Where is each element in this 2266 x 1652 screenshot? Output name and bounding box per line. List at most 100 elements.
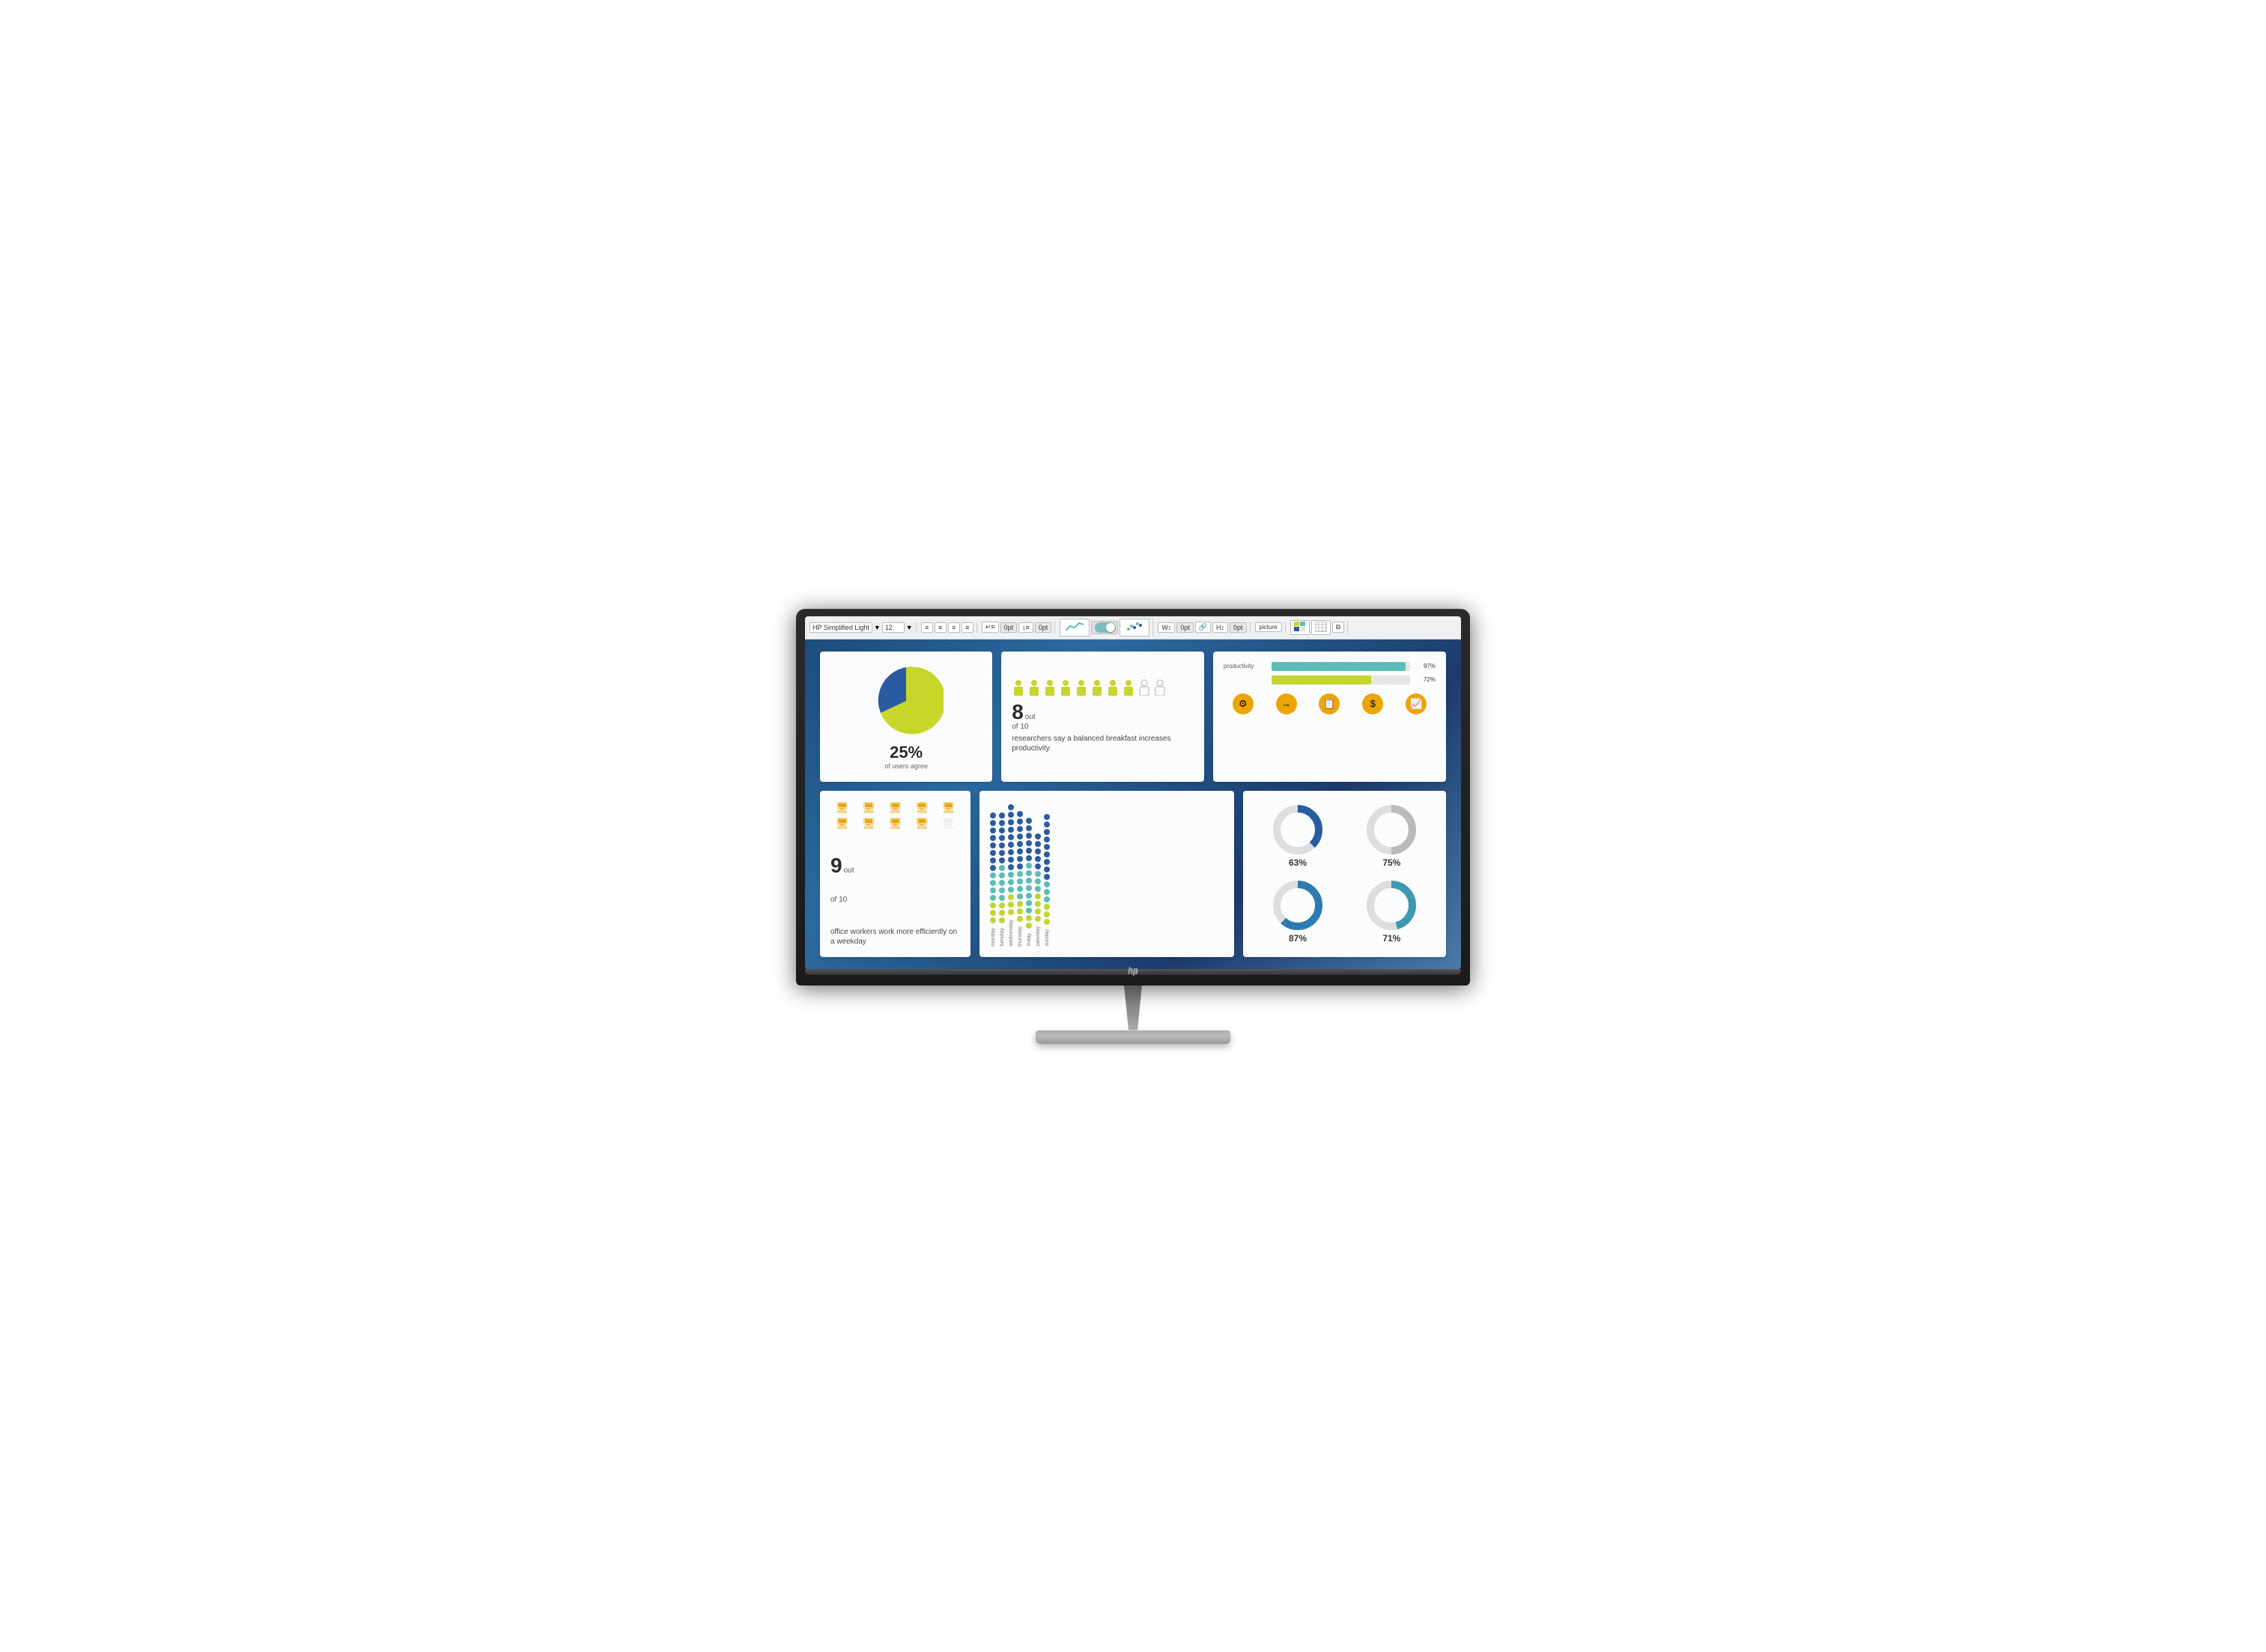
width-btn[interactable]: W↕ bbox=[1158, 622, 1175, 633]
dot-thu-1 bbox=[1017, 811, 1023, 817]
picture-group: picture bbox=[1255, 622, 1286, 632]
dot-thu-12 bbox=[1017, 893, 1023, 899]
picture-btn[interactable]: picture bbox=[1255, 622, 1282, 632]
dot-wed-2 bbox=[1008, 812, 1014, 818]
dot-mon-9 bbox=[990, 872, 996, 878]
lock-btn[interactable]: 🔗 bbox=[1195, 622, 1211, 633]
font-dropdown-icon[interactable]: ▼ bbox=[874, 624, 881, 631]
dot-tue-8 bbox=[999, 865, 1005, 871]
bar-row-2: 72% bbox=[1224, 675, 1436, 684]
dot-mon-14 bbox=[990, 910, 996, 916]
dot-sun-13 bbox=[1044, 904, 1050, 910]
computers-of-label: of 10 bbox=[830, 896, 960, 904]
card-computers: 🖥 🖥 🖥 🖥 🖥 🖥 🖥 🖥 🖥 🖥 9 bbox=[820, 791, 971, 957]
dot-mon-11 bbox=[990, 887, 996, 893]
dot-col-tuesday: tuesday bbox=[999, 813, 1005, 947]
color-grid-btn[interactable] bbox=[1290, 620, 1310, 635]
arrow-icon-circle[interactable]: → bbox=[1276, 693, 1297, 714]
dot-label-monday: monday bbox=[991, 928, 996, 947]
dot-tue-9 bbox=[999, 872, 1005, 878]
dot-sat-2 bbox=[1035, 841, 1041, 847]
stat-of-label: of 10 bbox=[1012, 723, 1194, 731]
clipboard-icon-circle[interactable]: 📋 bbox=[1319, 693, 1340, 714]
dot-mon-1 bbox=[990, 813, 996, 819]
height-btn[interactable]: H↕ bbox=[1212, 622, 1228, 633]
dot-sun-6 bbox=[1044, 851, 1050, 857]
donut-item-63: 63% bbox=[1254, 801, 1341, 871]
person-icon-8 bbox=[1122, 679, 1135, 696]
computer-9: 🖥 bbox=[910, 817, 933, 830]
indent-btn[interactable]: ↵≡ bbox=[982, 622, 999, 633]
toggle-btn[interactable] bbox=[1091, 621, 1118, 634]
font-group: HP Simplified Light ▼ 12 ▼ bbox=[809, 622, 917, 633]
font-size-select[interactable]: 12 bbox=[882, 622, 905, 633]
dot-fri-2 bbox=[1026, 825, 1032, 831]
dot-fri-9 bbox=[1026, 878, 1032, 884]
indent-opt: 0pt bbox=[1000, 622, 1018, 633]
dot-mon-7 bbox=[990, 857, 996, 863]
dot-tue-15 bbox=[999, 917, 1005, 923]
bar-track-1 bbox=[1272, 662, 1410, 671]
dot-sat-1 bbox=[1035, 833, 1041, 839]
dot-wed-14 bbox=[1008, 902, 1014, 908]
card-researchers: 8 out of 10 researchers say a balanced b… bbox=[1001, 652, 1204, 782]
donut-label-71: 71% bbox=[1382, 933, 1400, 944]
computer-6: 🖥 bbox=[830, 817, 854, 830]
spacing-btn[interactable]: ↕≡ bbox=[1018, 622, 1033, 633]
dollar-icon-circle[interactable]: $ bbox=[1362, 693, 1383, 714]
bar-label-productivity: productivity bbox=[1224, 663, 1269, 669]
dot-dots-tuesday bbox=[999, 813, 1005, 923]
dot-thu-3 bbox=[1017, 826, 1023, 832]
dot-wed-11 bbox=[1008, 879, 1014, 885]
stat-big-number: 8 bbox=[1012, 702, 1024, 723]
donut-item-75: 75% bbox=[1348, 801, 1436, 871]
dot-sun-2 bbox=[1044, 822, 1050, 827]
dot-wed-7 bbox=[1008, 849, 1014, 855]
card-bars-icons: productivity 97% 72% bbox=[1213, 652, 1446, 782]
dot-sat-8 bbox=[1035, 886, 1041, 892]
computers-stat-row: 9 out bbox=[830, 855, 960, 876]
donut-svg-63 bbox=[1272, 804, 1324, 856]
font-name-select[interactable]: HP Simplified Light bbox=[809, 622, 872, 633]
computer-5: 🖥 bbox=[937, 801, 960, 814]
dot-tue-7 bbox=[999, 857, 1005, 863]
gear-icon-circle[interactable]: ⚙ bbox=[1233, 693, 1254, 714]
monitor-bezel: HP Simplified Light ▼ 12 ▼ ≡ ≡ ≡ ≡ ↵≡ 0p… bbox=[796, 609, 1470, 986]
dot-thu-4 bbox=[1017, 833, 1023, 839]
align-right-btn[interactable]: ≡ bbox=[948, 622, 960, 633]
dot-sun-9 bbox=[1044, 874, 1050, 880]
scatter-btn[interactable] bbox=[1120, 619, 1149, 637]
stat-out-label: out bbox=[1025, 713, 1036, 721]
align-center-btn[interactable]: ≡ bbox=[935, 622, 947, 633]
dot-tue-13 bbox=[999, 902, 1005, 908]
chart-icon-circle[interactable]: 📈 bbox=[1406, 693, 1427, 714]
dot-mon-10 bbox=[990, 880, 996, 886]
font-size-dropdown-icon[interactable]: ▼ bbox=[906, 624, 913, 631]
align-left-btn[interactable]: ≡ bbox=[921, 622, 933, 633]
dot-col-monday: monday bbox=[990, 813, 996, 947]
dot-sun-10 bbox=[1044, 881, 1050, 887]
dot-fri-11 bbox=[1026, 893, 1032, 899]
dot-col-saturday: saturday bbox=[1035, 833, 1041, 947]
pie-svg bbox=[869, 663, 944, 738]
line-chart-btn[interactable] bbox=[1060, 619, 1090, 637]
dot-fri-3 bbox=[1026, 833, 1032, 839]
dot-fri-7 bbox=[1026, 863, 1032, 869]
person-icon-9-empty bbox=[1137, 679, 1151, 696]
dot-dots-sunday bbox=[1044, 814, 1050, 925]
dot-label-sunday: sunday bbox=[1045, 929, 1050, 947]
dot-wed-4 bbox=[1008, 827, 1014, 833]
dot-col-wednesday: wednesday bbox=[1008, 804, 1014, 946]
dot-wed-5 bbox=[1008, 834, 1014, 840]
dot-tue-3 bbox=[999, 827, 1005, 833]
copy-table-btn[interactable]: ⧉ bbox=[1332, 622, 1344, 633]
dot-tue-6 bbox=[999, 850, 1005, 856]
dot-thu-9 bbox=[1017, 871, 1023, 877]
card-pie-chart: 25% of users agree bbox=[820, 652, 992, 782]
dot-wed-1 bbox=[1008, 804, 1014, 810]
align-justify-btn[interactable]: ≡ bbox=[962, 622, 973, 633]
dot-mon-15 bbox=[990, 917, 996, 923]
person-icon-5 bbox=[1075, 679, 1088, 696]
table-grid-btn[interactable] bbox=[1311, 620, 1331, 635]
dot-fri-8 bbox=[1026, 870, 1032, 876]
